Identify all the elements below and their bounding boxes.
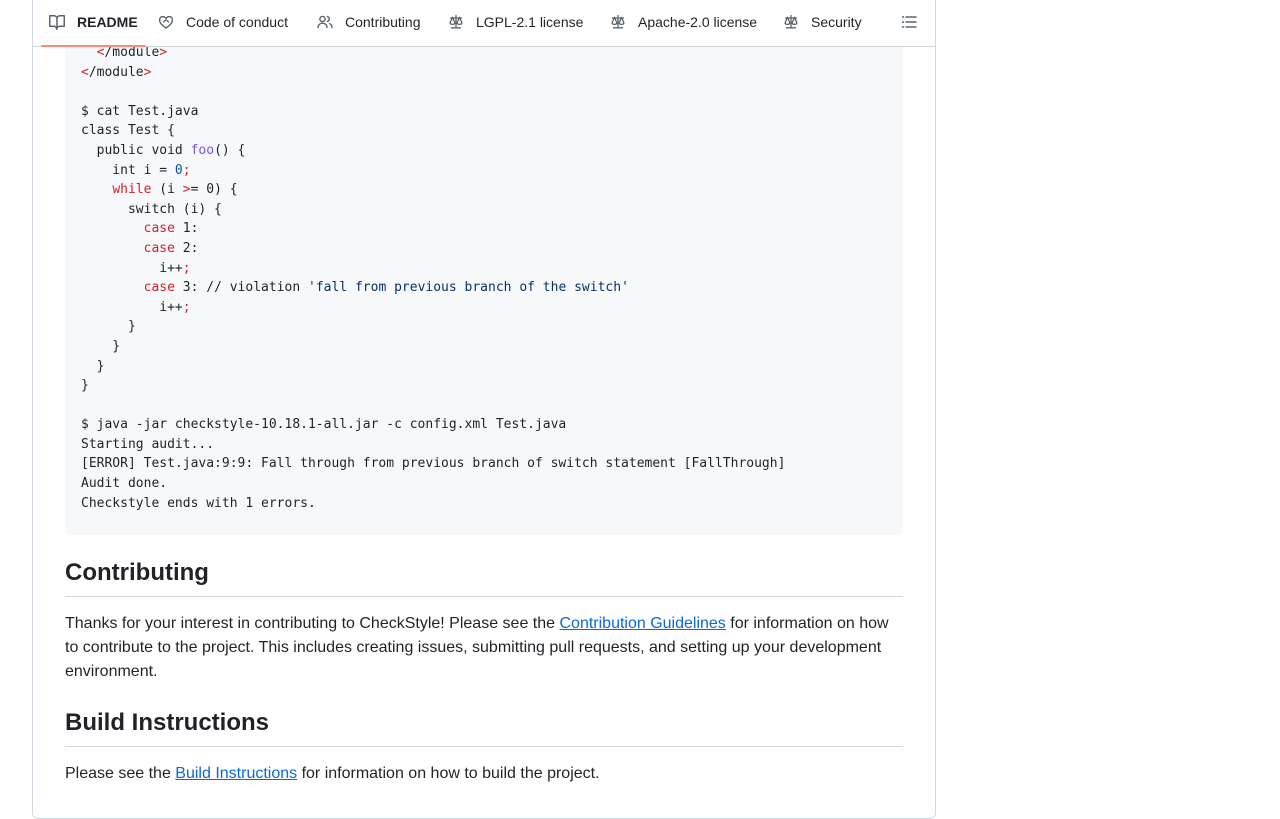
book-icon <box>49 14 65 30</box>
code-line: } <box>81 319 136 335</box>
code-line: } <box>81 338 121 354</box>
contribution-guidelines-link[interactable]: Contribution Guidelines <box>559 615 725 632</box>
code-line: case 3: // violation 'fall from previous… <box>143 280 629 296</box>
code-line: Starting audit... <box>81 436 215 452</box>
code-line: </module> <box>81 64 152 80</box>
outline-toggle-button[interactable] <box>899 12 919 32</box>
tab-code-of-conduct[interactable]: Code of conduct <box>158 0 288 46</box>
code-line: Checkstyle ends with 1 errors. <box>81 495 316 511</box>
code-line: case 1: <box>143 221 199 237</box>
tab-label: Contributing <box>345 14 421 30</box>
tab-readme[interactable]: README <box>41 0 146 47</box>
code-line: class Test { <box>81 123 175 139</box>
code-line: </module> <box>96 45 168 60</box>
tab-label: README <box>77 14 138 30</box>
build-instructions-heading: Build Instructions <box>65 709 903 747</box>
tab-security[interactable]: Security <box>783 0 862 46</box>
code-line: $ cat Test.java <box>81 103 199 119</box>
code-line: public void foo() { <box>81 142 246 158</box>
code-line: } <box>81 358 105 374</box>
tab-label: LGPL-2.1 license <box>476 14 584 30</box>
people-icon <box>317 14 333 30</box>
list-unordered-icon <box>901 14 917 30</box>
code-line: } <box>81 378 89 394</box>
code-line: int i = 0; <box>81 162 191 178</box>
code-line: case 2: <box>143 240 199 256</box>
law-icon <box>610 14 626 30</box>
law-icon <box>783 14 799 30</box>
code-content: </module> </module> $ cat Test.java clas… <box>81 43 785 513</box>
code-line: [ERROR] Test.java:9:9: Fall through from… <box>81 456 786 472</box>
tab-lgpl-license[interactable]: LGPL-2.1 license <box>448 0 583 46</box>
code-line: Audit done. <box>81 476 168 492</box>
contributing-text: Thanks for your interest in contributing… <box>65 612 903 684</box>
heart-icon <box>158 14 174 30</box>
code-line: i++; <box>81 260 191 276</box>
tab-contributing[interactable]: Contributing <box>317 0 421 46</box>
contributing-heading: Contributing <box>65 559 903 597</box>
readme-panel: </module> </module> $ cat Test.java clas… <box>32 0 936 819</box>
build-text-after: for information on how to build the proj… <box>297 765 600 782</box>
tab-label: Apache-2.0 license <box>638 14 758 30</box>
tab-label: Security <box>811 14 862 30</box>
tab-label: Code of conduct <box>186 14 288 30</box>
code-line: i++; <box>81 299 191 315</box>
contributing-text-before: Thanks for your interest in contributing… <box>65 615 560 632</box>
code-block: </module> </module> $ cat Test.java clas… <box>65 0 903 535</box>
build-instructions-link[interactable]: Build Instructions <box>175 765 297 782</box>
build-text: Please see the Build Instructions for in… <box>65 762 903 786</box>
readme-tab-bar: README Code of conduct Contributing LGPL… <box>33 0 935 47</box>
code-line: $ java -jar checkstyle-10.18.1-all.jar -… <box>81 417 567 433</box>
tab-apache-license[interactable]: Apache-2.0 license <box>610 0 757 46</box>
build-text-before: Please see the <box>65 765 176 782</box>
code-line: switch (i) { <box>81 201 222 217</box>
code-line: while (i >= 0) { <box>112 182 238 198</box>
law-icon <box>448 14 464 30</box>
